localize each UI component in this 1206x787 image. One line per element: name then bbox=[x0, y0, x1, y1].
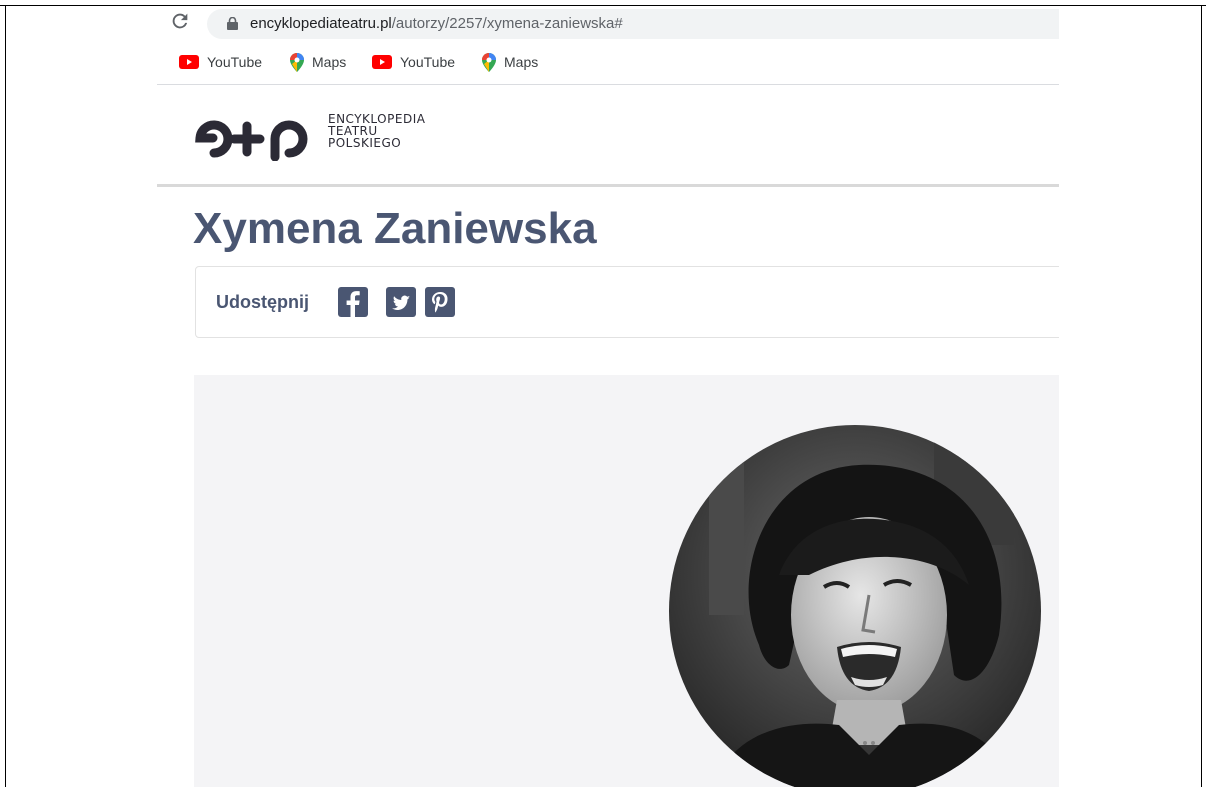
lock-icon[interactable] bbox=[227, 17, 238, 30]
bookmark-maps[interactable]: Maps bbox=[482, 52, 538, 72]
site-logo[interactable] bbox=[192, 111, 332, 161]
content-panel bbox=[194, 375, 1059, 787]
pinterest-share-button[interactable] bbox=[425, 287, 455, 317]
share-box: Udostępnij bbox=[195, 266, 1059, 338]
url-path: /autorzy/2257/xymena-zaniewska# bbox=[391, 15, 623, 32]
logo-wordmark: ENCYKLOPEDIA TEATRU POLSKIEGO bbox=[328, 113, 425, 149]
maps-icon bbox=[290, 52, 304, 72]
share-label: Udostępnij bbox=[216, 292, 309, 312]
browser-screenshot: encyklopediateatru.pl/autorzy/2257/xymen… bbox=[157, 6, 1059, 787]
document-frame-left bbox=[5, 5, 6, 787]
address-bar[interactable]: encyklopediateatru.pl/autorzy/2257/xymen… bbox=[207, 9, 1059, 39]
bookmark-label: YouTube bbox=[207, 54, 263, 70]
bookmark-youtube[interactable]: YouTube bbox=[372, 52, 455, 72]
browser-toolbar: encyklopediateatru.pl/autorzy/2257/xymen… bbox=[157, 6, 1059, 44]
logo-line: POLSKIEGO bbox=[328, 136, 402, 150]
document-frame-right bbox=[1201, 5, 1202, 787]
bookmark-label: YouTube bbox=[400, 54, 456, 70]
maps-icon bbox=[482, 52, 496, 72]
bookmark-label: Maps bbox=[504, 54, 539, 70]
url-text[interactable]: encyklopediateatru.pl/autorzy/2257/xymen… bbox=[250, 15, 623, 32]
page-title: Xymena Zaniewska bbox=[193, 204, 597, 253]
youtube-icon bbox=[179, 55, 199, 69]
bookmark-youtube[interactable]: YouTube bbox=[179, 52, 262, 72]
url-domain: encyklopediateatru.pl bbox=[250, 15, 392, 32]
facebook-icon bbox=[346, 291, 360, 317]
bookmark-label: Maps bbox=[312, 54, 347, 70]
portrait-photo bbox=[669, 425, 1041, 787]
twitter-icon bbox=[392, 295, 410, 310]
pinterest-icon bbox=[432, 292, 448, 313]
facebook-share-button[interactable] bbox=[338, 287, 368, 317]
youtube-icon bbox=[372, 55, 392, 69]
bookmark-maps[interactable]: Maps bbox=[290, 52, 346, 72]
reload-icon[interactable] bbox=[169, 10, 191, 32]
site-header: ENCYKLOPEDIA TEATRU POLSKIEGO bbox=[157, 85, 1059, 187]
bookmarks-bar: YouTube Maps YouTube Maps bbox=[157, 44, 1059, 85]
twitter-share-button[interactable] bbox=[386, 287, 416, 317]
